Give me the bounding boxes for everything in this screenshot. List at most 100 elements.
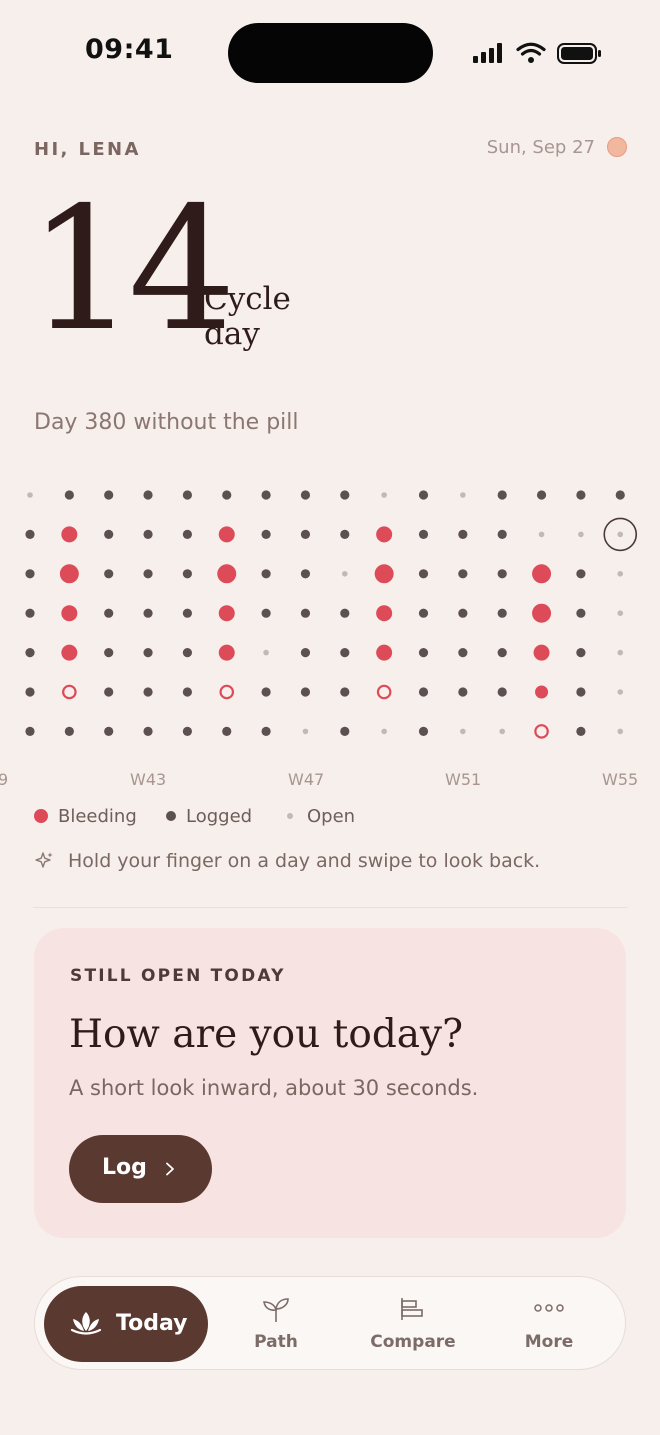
logged-day-dot[interactable] bbox=[300, 648, 311, 658]
bleeding-day-dot[interactable] bbox=[376, 526, 393, 543]
logged-day-dot[interactable] bbox=[340, 726, 350, 736]
bleeding-day-dot[interactable] bbox=[533, 644, 550, 661]
open-day-dot[interactable] bbox=[460, 728, 466, 735]
logged-day-dot[interactable] bbox=[104, 726, 114, 736]
logged-day-dot[interactable] bbox=[104, 608, 114, 618]
logged-day-dot[interactable] bbox=[222, 726, 232, 736]
logged-day-dot[interactable] bbox=[418, 687, 429, 697]
logged-day-dot[interactable] bbox=[64, 490, 74, 500]
logged-day-dot[interactable] bbox=[497, 529, 507, 539]
logged-day-dot[interactable] bbox=[497, 569, 507, 579]
logged-day-dot[interactable] bbox=[576, 687, 586, 697]
logged-day-dot[interactable] bbox=[104, 569, 114, 579]
bleeding-day-dot[interactable] bbox=[218, 526, 235, 543]
logged-day-dot[interactable] bbox=[143, 608, 153, 618]
logged-day-dot[interactable] bbox=[418, 648, 429, 658]
bleeding-day-dot[interactable] bbox=[218, 605, 235, 622]
bleeding-day-dot[interactable] bbox=[59, 564, 79, 584]
logged-day-dot[interactable] bbox=[261, 529, 271, 539]
open-day-dot[interactable] bbox=[499, 728, 506, 735]
logged-day-dot[interactable] bbox=[143, 648, 153, 658]
nav-item-compare[interactable]: Compare bbox=[353, 1277, 473, 1369]
logged-day-dot[interactable] bbox=[576, 648, 586, 658]
bleeding-ring-dot[interactable] bbox=[376, 684, 392, 700]
logged-day-dot[interactable] bbox=[340, 687, 350, 697]
open-day-dot[interactable] bbox=[27, 492, 33, 498]
logged-day-dot[interactable] bbox=[261, 687, 271, 697]
logged-day-dot[interactable] bbox=[458, 687, 468, 697]
logged-day-dot[interactable] bbox=[143, 687, 153, 697]
bleeding-day-dot[interactable] bbox=[217, 564, 237, 584]
open-day-dot[interactable] bbox=[617, 649, 624, 656]
bleeding-ring-dot[interactable] bbox=[219, 684, 235, 700]
open-day-dot[interactable] bbox=[381, 492, 387, 498]
logged-day-dot[interactable] bbox=[300, 687, 311, 697]
bleeding-day-dot[interactable] bbox=[376, 644, 393, 661]
open-day-dot[interactable] bbox=[617, 689, 624, 695]
logged-day-dot[interactable] bbox=[104, 490, 114, 500]
logged-day-dot[interactable] bbox=[104, 529, 114, 539]
logged-day-dot[interactable] bbox=[261, 608, 271, 618]
logged-day-dot[interactable] bbox=[222, 490, 232, 500]
bleeding-day-dot[interactable] bbox=[535, 685, 549, 699]
logged-day-dot[interactable] bbox=[182, 608, 192, 618]
logged-day-dot[interactable] bbox=[340, 648, 350, 658]
logged-day-dot[interactable] bbox=[536, 490, 547, 500]
bleeding-day-dot[interactable] bbox=[61, 526, 78, 543]
logged-day-dot[interactable] bbox=[143, 569, 153, 579]
open-day-dot[interactable] bbox=[263, 649, 269, 656]
logged-day-dot[interactable] bbox=[576, 726, 586, 736]
logged-day-dot[interactable] bbox=[418, 569, 429, 579]
header-date[interactable]: Sun, Sep 27 bbox=[487, 137, 595, 158]
logged-day-dot[interactable] bbox=[418, 726, 429, 736]
logged-day-dot[interactable] bbox=[497, 687, 507, 697]
logged-day-dot[interactable] bbox=[261, 490, 271, 500]
logged-day-dot[interactable] bbox=[25, 529, 35, 539]
logged-day-dot[interactable] bbox=[143, 490, 153, 500]
logged-day-dot[interactable] bbox=[182, 687, 192, 697]
logged-day-dot[interactable] bbox=[340, 490, 350, 500]
logged-day-dot[interactable] bbox=[25, 569, 35, 579]
logged-day-dot[interactable] bbox=[143, 529, 153, 539]
bleeding-ring-dot[interactable] bbox=[534, 724, 549, 739]
logged-day-dot[interactable] bbox=[143, 726, 153, 736]
bleeding-day-dot[interactable] bbox=[376, 605, 393, 622]
logged-day-dot[interactable] bbox=[458, 608, 468, 618]
logged-day-dot[interactable] bbox=[25, 726, 35, 736]
logged-day-dot[interactable] bbox=[497, 490, 507, 500]
open-day-dot[interactable] bbox=[302, 728, 309, 735]
logged-day-dot[interactable] bbox=[340, 608, 350, 618]
logged-day-dot[interactable] bbox=[497, 648, 507, 658]
nav-item-more[interactable]: More bbox=[489, 1277, 609, 1369]
open-day-dot[interactable] bbox=[617, 728, 624, 735]
logged-day-dot[interactable] bbox=[104, 648, 114, 658]
logged-day-dot[interactable] bbox=[182, 529, 192, 539]
open-day-dot[interactable] bbox=[617, 610, 624, 616]
open-day-dot[interactable] bbox=[342, 571, 348, 577]
logged-day-dot[interactable] bbox=[576, 490, 586, 500]
logged-day-dot[interactable] bbox=[182, 648, 192, 658]
bleeding-day-dot[interactable] bbox=[61, 644, 78, 661]
logged-day-dot[interactable] bbox=[104, 687, 114, 697]
logged-day-dot[interactable] bbox=[300, 490, 311, 500]
logged-day-dot[interactable] bbox=[261, 726, 271, 736]
logged-day-dot[interactable] bbox=[418, 490, 429, 500]
bleeding-day-dot[interactable] bbox=[61, 605, 78, 622]
logged-day-dot[interactable] bbox=[576, 608, 586, 618]
open-day-dot[interactable] bbox=[578, 531, 584, 538]
bleeding-day-dot[interactable] bbox=[532, 564, 552, 584]
bleeding-day-dot[interactable] bbox=[218, 644, 235, 661]
bleeding-day-dot[interactable] bbox=[532, 603, 552, 623]
logged-day-dot[interactable] bbox=[418, 608, 429, 618]
logged-day-dot[interactable] bbox=[182, 569, 192, 579]
logged-day-dot[interactable] bbox=[300, 608, 311, 618]
logged-day-dot[interactable] bbox=[25, 687, 35, 697]
logged-day-dot[interactable] bbox=[64, 726, 74, 736]
avatar[interactable] bbox=[607, 137, 627, 157]
logged-day-dot[interactable] bbox=[182, 490, 192, 500]
logged-day-dot[interactable] bbox=[182, 726, 192, 736]
bleeding-day-dot[interactable] bbox=[374, 564, 394, 584]
bleeding-ring-dot[interactable] bbox=[62, 684, 77, 700]
logged-day-dot[interactable] bbox=[261, 569, 271, 579]
logged-day-dot[interactable] bbox=[458, 529, 468, 539]
